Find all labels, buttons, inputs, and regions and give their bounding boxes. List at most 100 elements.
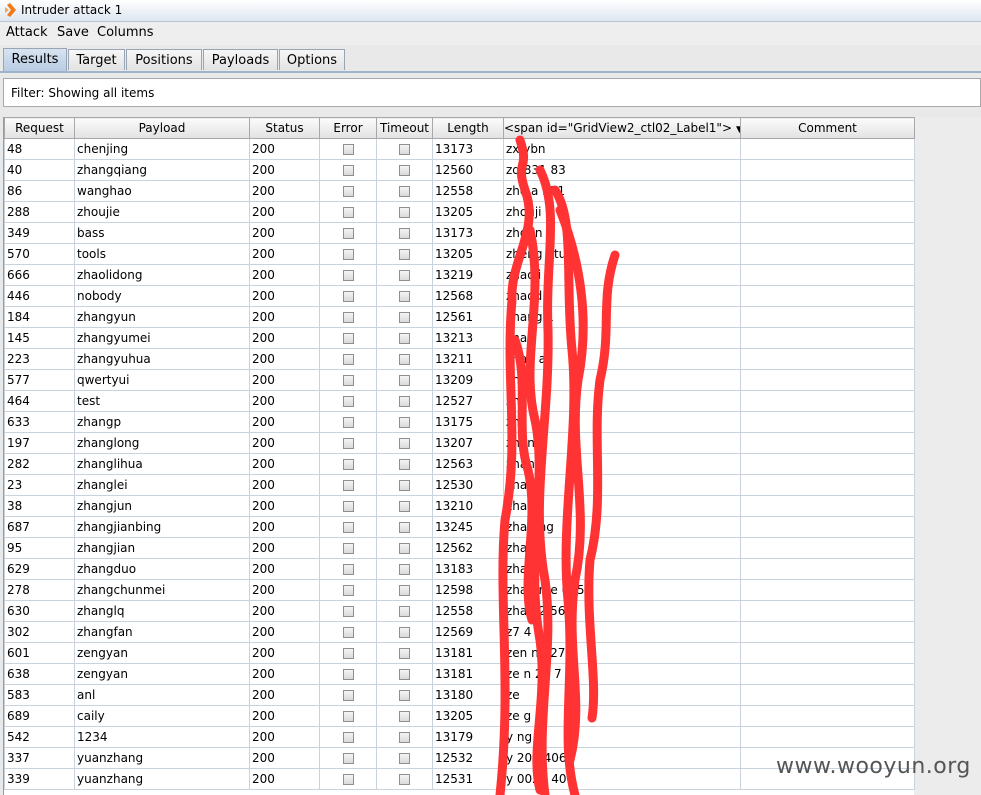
tab-results[interactable]: Results bbox=[3, 48, 67, 72]
timeout-checkbox[interactable] bbox=[399, 753, 410, 764]
error-checkbox[interactable] bbox=[342, 543, 354, 554]
error-checkbox[interactable] bbox=[342, 648, 354, 659]
table-row[interactable]: 184 zhangyun 200 12561 zhang 1 bbox=[4, 306, 915, 328]
error-checkbox[interactable] bbox=[342, 228, 354, 239]
tab-options[interactable]: Options bbox=[279, 49, 345, 70]
table-row[interactable]: 288 zhoujie 200 13205 zhouji bbox=[4, 201, 915, 223]
error-checkbox[interactable] bbox=[342, 585, 354, 596]
error-checkbox[interactable] bbox=[342, 249, 354, 260]
col-timeout[interactable]: Timeout bbox=[376, 117, 433, 139]
filter-bar[interactable]: Filter: Showing all items bbox=[3, 78, 981, 107]
table-row[interactable]: 223 zhangyuhua 200 13211 zhan a bbox=[4, 348, 915, 370]
error-checkbox[interactable] bbox=[342, 711, 354, 722]
col-grep-label[interactable]: <span id="GridView2_ctl02_Label1">▼ bbox=[503, 117, 741, 139]
timeout-checkbox[interactable] bbox=[399, 732, 410, 743]
table-row[interactable]: 570 tools 200 13205 zheng gtun bbox=[4, 243, 915, 265]
error-checkbox[interactable] bbox=[342, 144, 354, 155]
table-row[interactable]: 577 qwertyui 200 13209 zha bbox=[4, 369, 915, 391]
table-row[interactable]: 349 bass 200 13173 zhdon bbox=[4, 222, 915, 244]
error-checkbox[interactable] bbox=[342, 438, 354, 449]
table-row[interactable]: 40 zhangqiang 200 12560 zq 831 83 bbox=[4, 159, 915, 181]
timeout-checkbox[interactable] bbox=[399, 291, 410, 302]
error-checkbox[interactable] bbox=[342, 501, 354, 512]
error-checkbox[interactable] bbox=[342, 564, 354, 575]
col-error[interactable]: Error bbox=[319, 117, 377, 139]
error-checkbox[interactable] bbox=[342, 165, 354, 176]
timeout-checkbox[interactable] bbox=[399, 249, 410, 260]
table-row[interactable]: 638 zengyan 200 13181 ze n 27 7 bbox=[4, 663, 915, 685]
error-checkbox[interactable] bbox=[342, 774, 354, 785]
timeout-checkbox[interactable] bbox=[399, 396, 410, 407]
timeout-checkbox[interactable] bbox=[399, 354, 410, 365]
timeout-checkbox[interactable] bbox=[399, 333, 410, 344]
timeout-checkbox[interactable] bbox=[399, 522, 410, 533]
table-row[interactable]: 302 zhangfan 200 12569 z7 4 bbox=[4, 621, 915, 643]
error-checkbox[interactable] bbox=[342, 207, 354, 218]
timeout-checkbox[interactable] bbox=[399, 186, 410, 197]
timeout-checkbox[interactable] bbox=[399, 669, 410, 680]
table-row[interactable]: 95 zhangjian 200 12562 zhan bbox=[4, 537, 915, 559]
error-checkbox[interactable] bbox=[342, 396, 354, 407]
error-checkbox[interactable] bbox=[342, 270, 354, 281]
error-checkbox[interactable] bbox=[342, 627, 354, 638]
table-row[interactable]: 278 zhangchunmei 200 12598 zhan me 005 bbox=[4, 579, 915, 601]
timeout-checkbox[interactable] bbox=[399, 375, 410, 386]
col-payload[interactable]: Payload bbox=[74, 117, 250, 139]
table-row[interactable]: 145 zhangyumei 200 13213 zhan bbox=[4, 327, 915, 349]
table-row[interactable]: 48 chenjing 200 13173 zx ybn bbox=[4, 138, 915, 160]
col-status[interactable]: Status bbox=[249, 117, 320, 139]
table-row[interactable]: 666 zhaolidong 200 13219 zhaoli g bbox=[4, 264, 915, 286]
timeout-checkbox[interactable] bbox=[399, 711, 410, 722]
timeout-checkbox[interactable] bbox=[399, 144, 410, 155]
timeout-checkbox[interactable] bbox=[399, 459, 410, 470]
table-row[interactable]: 601 zengyan 200 13181 zen n4 27 7 bbox=[4, 642, 915, 664]
col-length[interactable]: Length bbox=[432, 117, 504, 139]
table-row[interactable]: 633 zhangp 200 13175 zh bbox=[4, 411, 915, 433]
table-row[interactable]: 197 zhanglong 200 13207 zhan bbox=[4, 432, 915, 454]
error-checkbox[interactable] bbox=[342, 375, 354, 386]
error-checkbox[interactable] bbox=[342, 606, 354, 617]
timeout-checkbox[interactable] bbox=[399, 270, 410, 281]
timeout-checkbox[interactable] bbox=[399, 774, 410, 785]
error-checkbox[interactable] bbox=[342, 459, 354, 470]
menu-save[interactable]: Save bbox=[57, 25, 89, 40]
table-row[interactable]: 689 caily 200 13205 ze g bbox=[4, 705, 915, 727]
timeout-checkbox[interactable] bbox=[399, 228, 410, 239]
timeout-checkbox[interactable] bbox=[399, 564, 410, 575]
timeout-checkbox[interactable] bbox=[399, 165, 410, 176]
timeout-checkbox[interactable] bbox=[399, 417, 410, 428]
timeout-checkbox[interactable] bbox=[399, 438, 410, 449]
table-row[interactable]: 446 nobody 200 12568 zhaod bbox=[4, 285, 915, 307]
timeout-checkbox[interactable] bbox=[399, 585, 410, 596]
error-checkbox[interactable] bbox=[342, 690, 354, 701]
table-row[interactable]: 583 anl 200 13180 ze bbox=[4, 684, 915, 706]
error-checkbox[interactable] bbox=[342, 753, 354, 764]
error-checkbox[interactable] bbox=[342, 480, 354, 491]
timeout-checkbox[interactable] bbox=[399, 207, 410, 218]
tab-target[interactable]: Target bbox=[68, 49, 125, 70]
error-checkbox[interactable] bbox=[342, 291, 354, 302]
timeout-checkbox[interactable] bbox=[399, 627, 410, 638]
menu-attack[interactable]: Attack bbox=[6, 25, 48, 40]
error-checkbox[interactable] bbox=[342, 333, 354, 344]
error-checkbox[interactable] bbox=[342, 312, 354, 323]
error-checkbox[interactable] bbox=[342, 186, 354, 197]
timeout-checkbox[interactable] bbox=[399, 543, 410, 554]
table-row[interactable]: 464 test 200 12527 zhan bbox=[4, 390, 915, 412]
error-checkbox[interactable] bbox=[342, 417, 354, 428]
tab-payloads[interactable]: Payloads bbox=[203, 49, 278, 70]
timeout-checkbox[interactable] bbox=[399, 690, 410, 701]
table-row[interactable]: 23 zhanglei 200 12530 zhan bbox=[4, 474, 915, 496]
error-checkbox[interactable] bbox=[342, 732, 354, 743]
table-row[interactable]: 542 1234 200 13179 y ng bbox=[4, 726, 915, 748]
table-row[interactable]: 38 zhangjun 200 13210 zhan bbox=[4, 495, 915, 517]
table-row[interactable]: 687 zhangjianbing 200 13245 zhan ng bbox=[4, 516, 915, 538]
table-row[interactable]: 630 zhanglq 200 12558 zhan 2 56 bbox=[4, 600, 915, 622]
timeout-checkbox[interactable] bbox=[399, 606, 410, 617]
table-row[interactable]: 86 wanghao 200 12558 zho a 321 bbox=[4, 180, 915, 202]
timeout-checkbox[interactable] bbox=[399, 501, 410, 512]
error-checkbox[interactable] bbox=[342, 522, 354, 533]
error-checkbox[interactable] bbox=[342, 669, 354, 680]
col-request[interactable]: Request bbox=[4, 117, 75, 139]
table-row[interactable]: 282 zhanglihua 200 12563 zhan a bbox=[4, 453, 915, 475]
